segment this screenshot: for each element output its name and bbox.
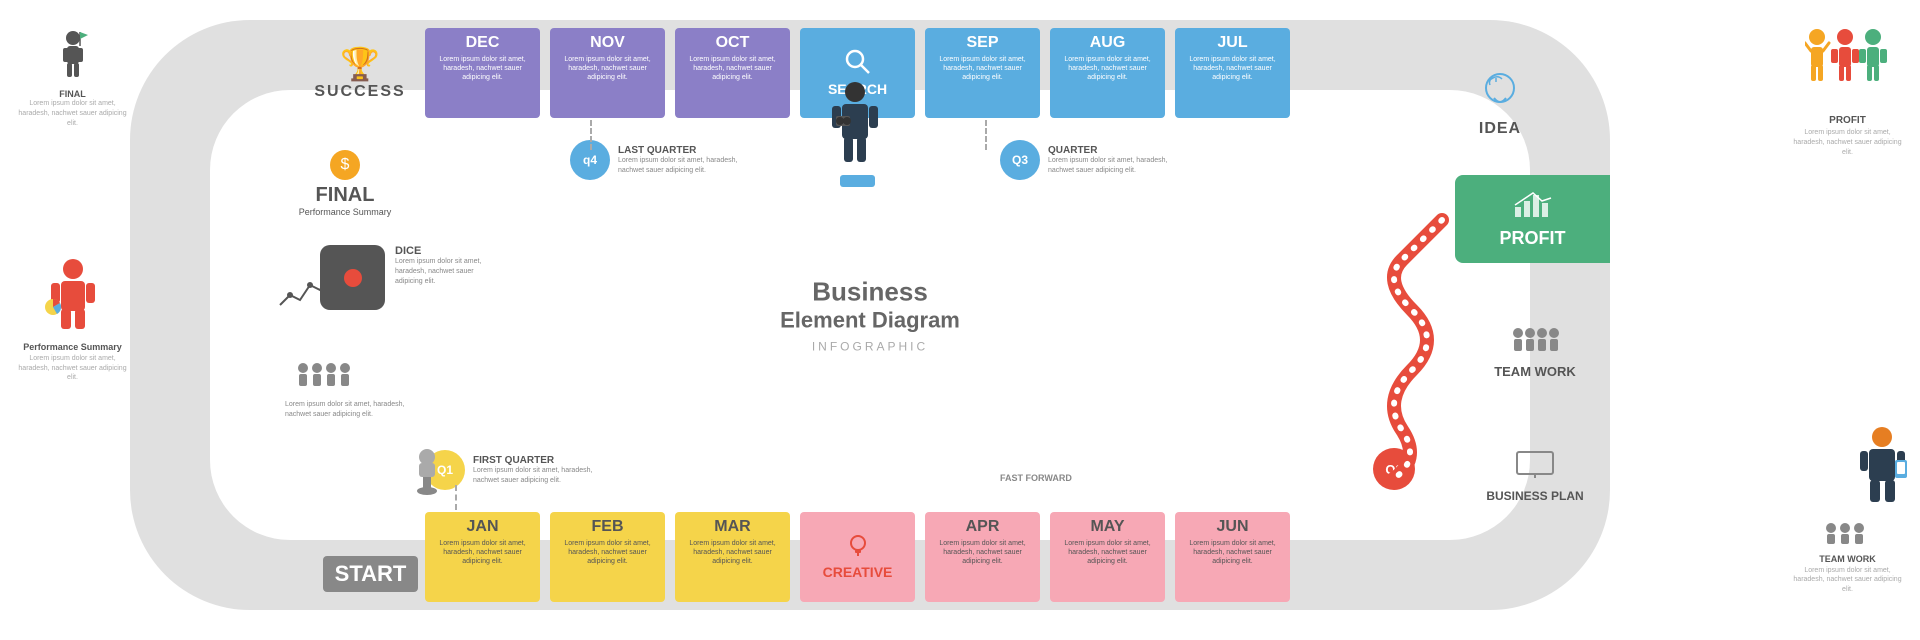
q1-marker: Q1 FIRST QUARTER Lorem ipsum dolor sit a… (425, 450, 603, 490)
dotted-v2 (985, 120, 987, 150)
teamwork-text: Lorem ipsum dolor sit amet, haradesh, na… (1790, 566, 1905, 595)
team-icon (295, 360, 365, 395)
dice-element: DICE Lorem ipsum dolor sit amet, harades… (320, 245, 485, 310)
businessplan-section: BUSINESS PLAN (1470, 450, 1600, 503)
tile-apr: APR Lorem ipsum dolor sit amet, haradesh… (925, 512, 1040, 602)
dotted-v3 (455, 485, 457, 510)
final-text-label: FINAL (15, 89, 130, 99)
chess-piece (415, 445, 440, 500)
profit-label: PROFIT (1465, 228, 1600, 249)
right-panel-profit: PROFIT Lorem ipsum dolor sit amet, harad… (1790, 115, 1905, 157)
center-line1: Business (780, 277, 960, 308)
people-figures (295, 360, 365, 395)
final-text: Lorem ipsum dolor sit amet, haradesh, na… (15, 99, 130, 128)
final-label: FINAL (285, 184, 405, 207)
left-panel-final: FINAL Lorem ipsum dolor sit amet, harade… (15, 30, 130, 128)
q4-marker: q4 LAST QUARTER Lorem ipsum dolor sit am… (570, 140, 748, 180)
success-label: SUCCESS (300, 83, 420, 101)
idea-label: IDEA (1440, 120, 1560, 138)
dice-info: DICE Lorem ipsum dolor sit amet, harades… (395, 245, 485, 286)
right-panel-teamwork: TEAM WORK Lorem ipsum dolor sit amet, ha… (1790, 521, 1905, 595)
right-panel-businessman (1855, 425, 1910, 520)
tile-jul: JUL Lorem ipsum dolor sit amet, haradesh… (1175, 28, 1290, 118)
tile-oct: OCT Lorem ipsum dolor sit amet, haradesh… (675, 28, 790, 118)
dice-dot (344, 269, 362, 287)
colored-pawns-svg (1805, 25, 1905, 105)
dollar-icon: $ (330, 150, 360, 180)
businessplan-label: BUSINESS PLAN (1470, 489, 1600, 503)
businessman-svg (830, 80, 880, 175)
computer-icon (1515, 450, 1555, 480)
teamwork-icon (1508, 325, 1563, 355)
tile-aug: AUG Lorem ipsum dolor sit amet, haradesh… (1050, 28, 1165, 118)
success-section: 🏆 SUCCESS (300, 45, 420, 101)
main-container: DEC Lorem ipsum dolor sit amet, haradesh… (0, 0, 1920, 640)
chess-piece-svg (415, 445, 440, 495)
lightbulb-icon (844, 532, 872, 560)
right-panel-figures (1805, 25, 1905, 105)
q4-text: LAST QUARTER Lorem ipsum dolor sit amet,… (618, 145, 748, 176)
tile-jun: JUN Lorem ipsum dolor sit amet, haradesh… (1175, 512, 1290, 602)
profit-section: PROFIT (1455, 175, 1610, 263)
tile-nov: NOV Lorem ipsum dolor sit amet, haradesh… (550, 28, 665, 118)
start-label: START (323, 556, 419, 592)
flag-person-svg (58, 30, 88, 80)
idea-icon (1478, 70, 1523, 115)
bar-chart-icon (1513, 189, 1553, 219)
start-section: START (313, 556, 428, 592)
center-line2: Element Diagram (780, 308, 960, 334)
dice-icon (320, 245, 385, 310)
tile-sep: SEP Lorem ipsum dolor sit amet, haradesh… (925, 28, 1040, 118)
fast-forward-label: FAST FORWARD (1000, 472, 1072, 485)
profit-text: Lorem ipsum dolor sit amet, haradesh, na… (1790, 128, 1905, 157)
tile-may: MAY Lorem ipsum dolor sit amet, haradesh… (1050, 512, 1165, 602)
snake-path (1322, 200, 1452, 490)
performance-text: Lorem ipsum dolor sit amet, haradesh, na… (15, 354, 130, 383)
tile-feb: FEB Lorem ipsum dolor sit amet, haradesh… (550, 512, 665, 602)
q3-marker: Q3 QUARTER Lorem ipsum dolor sit amet, h… (1000, 140, 1178, 180)
teamwork-small-icon (1823, 521, 1873, 546)
teamwork-label: TEAM WORK (1470, 364, 1600, 379)
left-panel: Performance Summary Lorem ipsum dolor si… (10, 0, 135, 640)
search-icon (843, 47, 873, 77)
center-content: Business Element Diagram INFOGRAPHIC (780, 277, 960, 354)
dotted-v1 (590, 120, 592, 150)
tile-mar: MAR Lorem ipsum dolor sit amet, haradesh… (675, 512, 790, 602)
people-text: Lorem ipsum dolor sit amet, haradesh, na… (285, 400, 405, 420)
profit-text-label: PROFIT (1790, 115, 1905, 126)
businessman-figure (830, 80, 880, 180)
tile-creative: CREATIVE (800, 512, 915, 602)
trophy-icon: 🏆 (300, 45, 420, 83)
q3-circle: Q3 (1000, 140, 1040, 180)
center-line3: INFOGRAPHIC (780, 340, 960, 354)
person-pie-svg (43, 257, 103, 337)
teamwork-text-label: TEAM WORK (1790, 554, 1905, 564)
right-businessman-svg (1855, 425, 1910, 515)
tile-jan: JAN Lorem ipsum dolor sit amet, haradesh… (425, 512, 540, 602)
performance-label: Performance Summary (15, 342, 130, 352)
right-panel: PROFIT Lorem ipsum dolor sit amet, harad… (1785, 0, 1910, 640)
teamwork-section: TEAM WORK (1470, 325, 1600, 379)
final-section: $ FINAL Performance Summary (285, 150, 405, 217)
q3-text: QUARTER Lorem ipsum dolor sit amet, hara… (1048, 145, 1178, 176)
q1-text: FIRST QUARTER Lorem ipsum dolor sit amet… (473, 455, 603, 486)
final-subtitle: Performance Summary (285, 207, 405, 217)
board: DEC Lorem ipsum dolor sit amet, haradesh… (130, 20, 1610, 610)
left-panel-person: Performance Summary Lorem ipsum dolor si… (15, 257, 130, 383)
idea-section: IDEA (1440, 70, 1560, 138)
snake-svg (1322, 200, 1452, 490)
tile-dec: DEC Lorem ipsum dolor sit amet, haradesh… (425, 28, 540, 118)
